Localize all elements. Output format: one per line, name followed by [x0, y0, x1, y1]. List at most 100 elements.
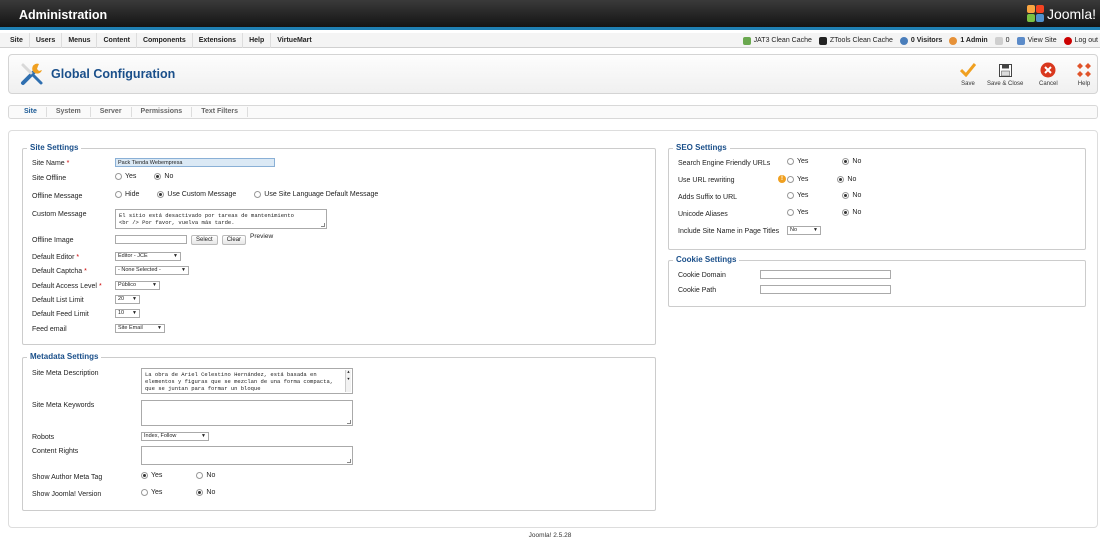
admin-icon [949, 36, 958, 45]
meta-description-textarea[interactable]: La obra de Ariel Celestino Hernández, es… [141, 368, 353, 394]
site-name-row: Site Name * Pack Tienda Webempresa [23, 158, 655, 170]
tab-server[interactable]: Server [91, 107, 132, 117]
joomla-logo[interactable]: Joomla! [1026, 5, 1096, 22]
unicode-aliases-yes-radio[interactable]: Yes [787, 209, 808, 216]
seo-settings-fieldset: SEO Settings Search Engine Friendly URLs… [668, 143, 1086, 250]
joomla-version-no-radio[interactable]: No [196, 489, 215, 496]
robots-select[interactable]: Index, Follow ▼ [141, 432, 209, 441]
menu-item-virtuemart[interactable]: VirtueMart [271, 33, 318, 48]
page-title: Global Configuration [51, 67, 176, 81]
select-image-button[interactable]: Select [191, 235, 218, 245]
custom-message-textarea[interactable]: El sitio está desactivado por tareas de … [115, 209, 327, 229]
sef-urls-no-radio[interactable]: No [842, 158, 861, 165]
metadata-settings-fieldset: Metadata Settings Site Meta Description … [22, 352, 656, 511]
url-suffix-yes-radio[interactable]: Yes [787, 192, 808, 199]
resize-handle[interactable] [321, 223, 325, 227]
ztools-icon [818, 36, 827, 45]
view-site-link[interactable]: View Site [1016, 33, 1057, 48]
dropdown-arrow-icon: ▼ [157, 325, 162, 331]
default-captcha-select[interactable]: - None Selected - ▼ [115, 266, 189, 275]
default-access-select[interactable]: Público ▼ [115, 281, 160, 290]
cancel-circle-icon [1039, 61, 1057, 79]
site-name-input[interactable]: Pack Tienda Webempresa [115, 158, 275, 167]
ztools-clean-cache-link[interactable]: ZTools Clean Cache [818, 33, 893, 48]
cookie-domain-input[interactable] [760, 270, 891, 279]
offline-message-hide-radio[interactable]: Hide [115, 191, 139, 198]
content-rights-textarea[interactable] [141, 446, 353, 465]
default-editor-row: Default Editor * Editor - JCE ▼ [23, 252, 655, 264]
menu-item-components[interactable]: Components [137, 33, 193, 48]
textarea-scrollbar[interactable]: ▲ ▼ [345, 370, 351, 392]
default-editor-select[interactable]: Editor - JCE ▼ [115, 252, 181, 261]
dropdown-arrow-icon: ▼ [201, 433, 206, 439]
url-rewriting-no-radio[interactable]: No [837, 175, 856, 183]
tab-text-filters[interactable]: Text Filters [192, 107, 249, 117]
menu-item-help[interactable]: Help [243, 33, 272, 48]
menu-item-content[interactable]: Content [97, 33, 137, 48]
save-button[interactable]: Save [959, 61, 977, 87]
offline-message-default-radio[interactable]: Use Site Language Default Message [254, 191, 378, 198]
unicode-aliases-row: Unicode Aliases Yes No [678, 209, 862, 218]
tab-permissions[interactable]: Permissions [132, 107, 193, 117]
config-panel: Site Settings Site Name * Pack Tienda We… [8, 130, 1098, 528]
resize-handle[interactable] [347, 420, 351, 424]
feed-limit-select[interactable]: 10 ▼ [115, 309, 140, 318]
resize-handle[interactable] [347, 459, 351, 463]
dropdown-arrow-icon: ▼ [132, 310, 137, 316]
menu-item-menus[interactable]: Menus [62, 33, 98, 48]
site-offline-row: Site Offline Yes No [32, 173, 174, 182]
url-suffix-no-radio[interactable]: No [842, 192, 861, 199]
content-rights-row: Content Rights [23, 446, 655, 466]
tab-site[interactable]: Site [15, 107, 47, 117]
image-preview-label: Preview [250, 233, 274, 240]
jat3-clean-cache-link[interactable]: JAT3 Clean Cache [742, 33, 812, 48]
save-close-button[interactable]: Save & Close [987, 61, 1023, 87]
custom-message-row: Custom Message El sitio está desactivado… [23, 209, 655, 231]
menu-item-users[interactable]: Users [30, 33, 63, 48]
robots-row: Robots Index, Follow ▼ [23, 432, 655, 444]
cookie-path-row: Cookie Path [669, 285, 1085, 297]
visitors-icon [899, 36, 908, 45]
list-limit-row: Default List Limit 20 ▼ [23, 295, 655, 307]
offline-image-input[interactable] [115, 235, 187, 244]
tab-system[interactable]: System [47, 107, 91, 117]
offline-image-row: Offline Image Select Clear Preview [32, 233, 274, 245]
author-meta-row: Show Author Meta Tag Yes No [32, 472, 216, 481]
cookie-path-input[interactable] [760, 285, 891, 294]
config-tabs: Site System Server Permissions Text Filt… [8, 105, 1098, 119]
author-meta-yes-radio[interactable]: Yes [141, 472, 162, 479]
feed-email-select[interactable]: Site Email ▼ [115, 324, 165, 333]
url-rewriting-yes-radio[interactable]: Yes [787, 175, 808, 183]
clear-image-button[interactable]: Clear [221, 235, 247, 245]
unicode-aliases-no-radio[interactable]: No [842, 209, 861, 216]
meta-keywords-textarea[interactable] [141, 400, 353, 426]
author-meta-no-radio[interactable]: No [196, 472, 215, 479]
admins-count: 1 Admin [949, 33, 988, 48]
cookie-settings-legend: Cookie Settings [673, 255, 740, 264]
menu-item-extensions[interactable]: Extensions [193, 33, 244, 48]
sef-urls-row: Search Engine Friendly URLs Yes No [678, 158, 862, 167]
offline-message-custom-radio[interactable]: Use Custom Message [157, 191, 236, 198]
meta-keywords-row: Site Meta Keywords [23, 400, 655, 426]
admin-header: Administration Joomla! [0, 0, 1100, 30]
site-name-titles-select[interactable]: No ▼ [787, 226, 821, 235]
menu-item-site[interactable]: Site [4, 33, 30, 48]
admin-title: Administration [19, 8, 108, 22]
site-settings-fieldset: Site Settings Site Name * Pack Tienda We… [22, 143, 656, 345]
required-marker: * [66, 160, 70, 167]
help-button[interactable]: Help [1075, 61, 1093, 87]
site-name-titles-row: Include Site Name in Page Titles No ▼ [669, 226, 1085, 238]
logout-link[interactable]: Log out [1063, 33, 1098, 48]
cookie-domain-row: Cookie Domain [669, 270, 1085, 282]
sef-urls-yes-radio[interactable]: Yes [787, 158, 808, 165]
messages-count[interactable]: 0 [994, 33, 1010, 48]
joomla-version-yes-radio[interactable]: Yes [141, 489, 162, 496]
dropdown-arrow-icon: ▼ [181, 267, 186, 273]
list-limit-select[interactable]: 20 ▼ [115, 295, 140, 304]
site-offline-yes-radio[interactable]: Yes [115, 173, 136, 180]
joomla-version-row: Show Joomla! Version Yes No [32, 489, 216, 498]
dropdown-arrow-icon: ▼ [132, 296, 137, 302]
visitors-count: 0 Visitors [899, 33, 942, 48]
site-offline-no-radio[interactable]: No [154, 173, 173, 180]
cancel-button[interactable]: Cancel [1039, 61, 1058, 87]
